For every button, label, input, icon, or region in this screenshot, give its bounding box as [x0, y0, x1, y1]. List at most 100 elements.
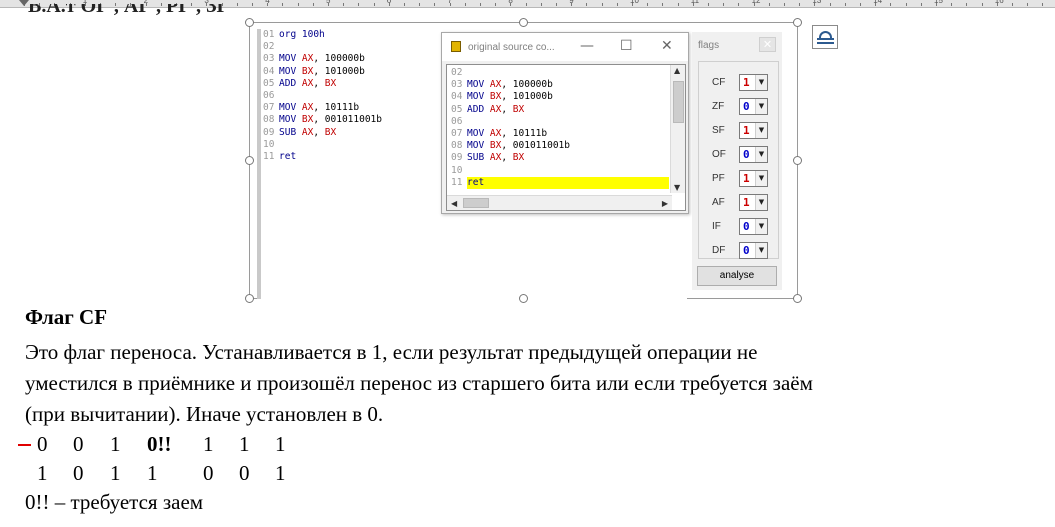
ruler-number: 8	[508, 0, 513, 5]
flag-value-select[interactable]: 0 ▼	[739, 242, 768, 259]
flag-value-select[interactable]: 1 ▼	[739, 74, 768, 91]
resize-handle-n[interactable]	[519, 18, 528, 27]
chevron-down-icon[interactable]: ▼	[755, 99, 767, 114]
resize-handle-se[interactable]	[793, 294, 802, 303]
horizontal-scrollbar[interactable]: ◀ ▶	[447, 195, 672, 210]
scroll-thumb[interactable]	[673, 81, 684, 123]
chevron-down-icon[interactable]: ▼	[755, 75, 767, 90]
subtrahend-row: 1 0 1 1 0 0 1	[0, 461, 320, 487]
ruler-tick	[464, 3, 466, 6]
paragraph-line: Это флаг переноса. Устанавливается в 1, …	[25, 340, 758, 364]
flag-value: 1	[743, 196, 750, 209]
flag-af: AF 1 ▼	[699, 194, 780, 212]
ruler-number: 12	[751, 0, 761, 5]
close-icon[interactable]: ✕	[759, 37, 776, 52]
scroll-right-icon[interactable]: ▶	[662, 199, 668, 208]
flags-window[interactable]: flags ✕ CF 1 ▼ ZF 0 ▼ SF 1 ▼ OF 0 ▼ PF 1 ▼ AF 1 ▼ IF 0 ▼ DF 0 ▼…	[692, 32, 782, 290]
chevron-down-icon[interactable]: ▼	[755, 243, 767, 258]
code-line: 07 MOV AX, 10111b	[449, 128, 669, 140]
hscroll-thumb[interactable]	[463, 198, 489, 208]
ruler-tick	[890, 3, 892, 6]
ruler-number: 16	[994, 0, 1004, 5]
flag-pf: PF 1 ▼	[699, 170, 780, 188]
flag-value-select[interactable]: 1 ▼	[739, 170, 768, 187]
page-title: Флаг CF	[25, 305, 108, 329]
code-text: MOV AX, 100000b	[467, 79, 553, 91]
ruler-number: 10	[630, 0, 639, 5]
scroll-left-icon[interactable]: ◀	[451, 199, 457, 208]
flag-value: 0	[743, 220, 750, 233]
bit: 0	[73, 432, 84, 456]
ruler-number: 14	[873, 0, 883, 5]
ruler-tick	[981, 3, 983, 6]
flag-value-select[interactable]: 1 ▼	[739, 122, 768, 139]
resize-handle-ne[interactable]	[793, 18, 802, 27]
code-text: ADD AX, BX	[279, 77, 337, 89]
chip-icon	[451, 41, 461, 52]
source-code-view[interactable]: 02 03 MOV AX, 100000b 04 MOV BX, 101000b 05 AD…	[446, 64, 686, 211]
ruler-number: 5	[326, 0, 331, 5]
ruler-tick	[525, 3, 527, 6]
flag-cf: CF 1 ▼	[699, 74, 780, 92]
maximize-icon[interactable]: ☐	[620, 38, 633, 54]
flag-value-select[interactable]: 1 ▼	[739, 194, 768, 211]
ruler-tick	[495, 3, 497, 6]
flag-label: IF	[712, 221, 721, 232]
line-number: 01	[263, 29, 275, 40]
cropped-text-line: В.А.т ОГ , АГ , РГ , ЗГ	[28, 4, 230, 17]
line-number: 02	[263, 41, 275, 53]
flag-value: 0	[743, 148, 750, 161]
ruler-tick	[601, 3, 603, 6]
ruler-tick	[1012, 3, 1013, 6]
source-window-titlebar[interactable]: original source co... — ☐ ✕	[442, 33, 688, 61]
resize-handle-s[interactable]	[519, 294, 528, 303]
resize-handle-nw[interactable]	[245, 18, 254, 27]
ruler-tick	[540, 3, 542, 6]
ruler-tick	[343, 3, 345, 6]
chevron-down-icon[interactable]: ▼	[755, 171, 767, 186]
chevron-down-icon[interactable]: ▼	[755, 147, 767, 162]
ruler-tick	[784, 3, 785, 6]
ruler-tick	[723, 3, 725, 6]
bit: 1	[203, 432, 214, 456]
line-number: 10	[263, 138, 275, 150]
scroll-down-icon[interactable]: ▼	[674, 183, 680, 192]
bit: 0	[37, 432, 48, 456]
chevron-down-icon[interactable]: ▼	[755, 123, 767, 138]
bit: 1	[275, 461, 286, 485]
flag-label: CF	[712, 77, 726, 88]
flag-label: DF	[712, 245, 726, 256]
bit: 1	[37, 461, 48, 485]
flag-value: 0	[743, 244, 750, 257]
resize-handle-sw[interactable]	[245, 294, 254, 303]
flag-sf: SF 1 ▼	[699, 122, 780, 140]
code-line: 06	[449, 116, 669, 128]
flag-df: DF 0 ▼	[699, 242, 780, 260]
source-window[interactable]: original source co... — ☐ ✕ 02 03 MOV AX, …	[441, 32, 689, 214]
chevron-down-icon[interactable]: ▼	[755, 195, 767, 210]
ruler-tick	[1027, 3, 1029, 6]
scroll-up-icon[interactable]: ▲	[674, 66, 680, 75]
ruler-tick	[844, 3, 846, 6]
ruler-tick	[920, 3, 922, 6]
resize-handle-w[interactable]	[245, 156, 254, 165]
close-icon[interactable]: ✕	[661, 38, 673, 54]
line-number: 06	[451, 115, 463, 127]
line-number: 04	[451, 91, 463, 103]
source-code: 02 03 MOV AX, 100000b 04 MOV BX, 101000b 05 AD…	[449, 67, 669, 189]
line-number: 08	[451, 140, 463, 152]
vertical-scrollbar[interactable]: ▲ ▼	[670, 65, 685, 193]
layout-options-icon[interactable]	[812, 25, 838, 49]
ruler-tick	[419, 3, 421, 6]
resize-handle-e[interactable]	[793, 156, 802, 165]
bit: 1	[110, 432, 121, 456]
flag-value-select[interactable]: 0 ▼	[739, 218, 768, 235]
flag-value-select[interactable]: 0 ▼	[739, 146, 768, 163]
chevron-down-icon[interactable]: ▼	[755, 219, 767, 234]
embedded-image[interactable]: 01 org 100h 02 03 MOV AX, 100000b 04 MOV BX, 1…	[249, 22, 798, 299]
minimize-icon[interactable]: —	[580, 38, 594, 54]
flag-value: 1	[743, 124, 750, 137]
analyse-button[interactable]: analyse	[697, 266, 777, 286]
flag-value-select[interactable]: 0 ▼	[739, 98, 768, 115]
note: 0!! – требуется заем	[25, 490, 204, 514]
